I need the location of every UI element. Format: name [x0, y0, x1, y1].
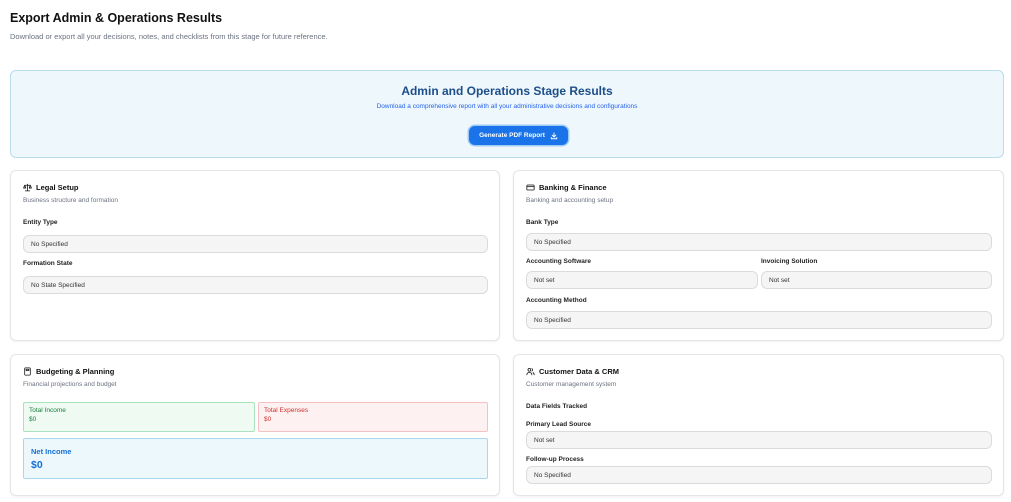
net-income-label: Net Income — [31, 447, 72, 456]
banking-finance-card: Banking & Finance Banking and accounting… — [513, 170, 1004, 341]
lead-source-field[interactable]: Not set — [526, 431, 992, 449]
page-subtitle: Download or export all your decisions, n… — [10, 32, 328, 41]
customer-crm-title: Customer Data & CRM — [539, 367, 620, 376]
budgeting-planning-title: Budgeting & Planning — [36, 367, 115, 376]
hero-description: Download a comprehensive report with all… — [376, 103, 638, 110]
invoicing-solution-field[interactable]: Not set — [761, 271, 992, 289]
generate-pdf-label: Generate PDF Report — [479, 132, 545, 139]
data-fields-label: Data Fields Tracked — [526, 403, 588, 410]
budgeting-planning-card: Budgeting & Planning Financial projectio… — [10, 354, 500, 496]
users-icon — [526, 368, 535, 376]
net-income-value: $0 — [31, 459, 43, 471]
legal-setup-card: Legal Setup Business structure and forma… — [10, 170, 500, 341]
total-expenses-label: Total Expenses — [264, 407, 309, 414]
download-icon — [550, 132, 558, 139]
calculator-icon — [24, 367, 31, 376]
followup-process-label: Follow-up Process — [526, 456, 584, 463]
lead-source-label: Primary Lead Source — [526, 421, 592, 428]
accounting-method-label: Accounting Method — [526, 297, 587, 304]
legal-setup-subtitle: Business structure and formation — [23, 197, 119, 204]
total-income-tile: Total Income $0 — [23, 402, 255, 432]
accounting-software-label: Accounting Software — [526, 258, 592, 265]
scale-icon — [23, 183, 32, 192]
total-income-label: Total Income — [29, 407, 66, 414]
banking-finance-subtitle: Banking and accounting setup — [526, 197, 614, 204]
accounting-software-field[interactable]: Not set — [526, 271, 758, 289]
accounting-method-field[interactable]: No Specified — [526, 311, 992, 329]
bank-type-field[interactable]: No Specified — [526, 233, 992, 251]
results-hero-panel: Admin and Operations Stage Results Downl… — [10, 70, 1004, 158]
customer-crm-card: Customer Data & CRM Customer management … — [513, 354, 1004, 496]
total-income-value: $0 — [29, 416, 37, 423]
generate-pdf-button[interactable]: Generate PDF Report — [469, 126, 568, 145]
entity-type-field[interactable]: No Specified — [23, 235, 488, 253]
total-expenses-tile: Total Expenses $0 — [258, 402, 488, 432]
net-income-tile: Net Income $0 — [23, 438, 488, 479]
entity-type-label: Entity Type — [23, 219, 58, 226]
credit-card-icon — [526, 184, 535, 191]
invoicing-solution-label: Invoicing Solution — [761, 258, 818, 265]
formation-state-label: Formation State — [23, 260, 73, 267]
hero-title: Admin and Operations Stage Results — [401, 84, 613, 98]
total-expenses-value: $0 — [264, 416, 272, 423]
budgeting-planning-subtitle: Financial projections and budget — [23, 381, 117, 388]
formation-state-field[interactable]: No State Specified — [23, 276, 488, 294]
banking-finance-title: Banking & Finance — [539, 183, 607, 192]
bank-type-label: Bank Type — [526, 219, 559, 226]
legal-setup-title: Legal Setup — [36, 183, 79, 192]
customer-crm-subtitle: Customer management system — [526, 381, 617, 388]
page-title: Export Admin & Operations Results — [10, 11, 223, 25]
followup-process-field[interactable]: No Specified — [526, 466, 992, 484]
